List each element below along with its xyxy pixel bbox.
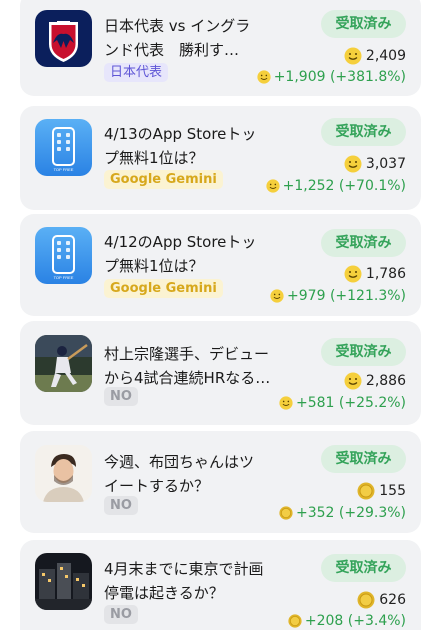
card-title: 村上宗隆選手、デビュー から4試合連続HRなる… [104,345,271,387]
smile-coin-icon [344,155,362,173]
smile-coin-icon [344,372,362,390]
payout-value: +352 (+29.3%) [295,505,406,521]
bet-value: 2,886 [365,373,406,389]
payout-value: +1,252 (+70.1%) [282,178,406,194]
bet-value: 155 [379,483,406,499]
night-city-photo [35,553,92,610]
man-portrait-photo [35,445,92,502]
card-title: 日本代表 vs イングラ ンド代表 勝利す… [104,17,251,59]
bet-amount: 3,037 [344,155,406,173]
tag-label: NO [104,605,138,624]
baseball-player-photo [35,335,92,392]
bet-value: 626 [379,592,406,608]
tag-label: Google Gemini [104,170,223,189]
bet-amount: 155 [357,482,406,500]
prediction-card[interactable]: 日本代表 vs イングラ ンド代表 勝利す… 日本代表 受取済み 2,409 +… [20,0,421,96]
bet-value: 1,786 [365,266,406,282]
payout-value: +208 (+3.4%) [304,613,406,629]
app-icon-caption: TOP FREE [54,167,74,172]
app-store-phone-icon: TOP FREE [35,227,92,284]
bet-amount: 2,886 [344,372,406,390]
bet-amount: 2,409 [344,47,406,65]
payout: +1,252 (+70.1%) [265,178,406,194]
gold-coin-icon [288,614,302,628]
status-badge: 受取済み [321,554,406,582]
status-badge: 受取済み [321,10,406,38]
tag-label: Google Gemini [104,279,223,298]
payout: +1,909 (+381.8%) [257,69,406,85]
status-badge: 受取済み [321,338,406,366]
payout: +208 (+3.4%) [288,613,406,629]
bet-value: 3,037 [365,156,406,172]
gold-coin-icon [357,482,375,500]
smile-coin-icon [344,265,362,283]
status-badge: 受取済み [321,445,406,473]
prediction-card[interactable]: 今週、布団ちゃんはツ イートするか？ NO 受取済み 155 +352 (+29… [20,431,421,533]
prediction-card[interactable]: 村上宗隆選手、デビュー から4試合連続HRなる… NO 受取済み 2,886 +… [20,321,421,425]
payout: +581 (+25.2%) [279,395,406,411]
card-title: 4/13のApp Storeトッ プ無料1位は？ [104,125,257,167]
smile-coin-icon [257,70,271,84]
bet-amount: 626 [357,591,406,609]
prediction-card[interactable]: TOP FREE 4/12のApp Storeトッ プ無料1位は？ Google… [20,214,421,316]
payout: +979 (+121.3%) [270,288,406,304]
japan-national-team-icon [35,10,92,67]
tag-label: 日本代表 [104,63,169,82]
prediction-card[interactable]: TOP FREE 4/13のApp Storeトッ プ無料1位は？ Google… [20,106,421,210]
gold-coin-icon [279,506,293,520]
bet-value: 2,409 [365,48,406,64]
payout-value: +581 (+25.2%) [295,395,406,411]
bet-amount: 1,786 [344,265,406,283]
smile-coin-icon [270,289,284,303]
prediction-card[interactable]: 4月末までに東京で計画 停電は起きるか？ NO 受取済み 626 +208 (+… [20,540,421,630]
card-title: 4/12のApp Storeトッ プ無料1位は？ [104,233,257,275]
status-badge: 受取済み [321,118,406,146]
payout-value: +979 (+121.3%) [287,288,406,304]
gold-coin-icon [357,591,375,609]
status-badge: 受取済み [321,229,406,257]
smile-coin-icon [265,179,280,193]
tag-label: NO [104,387,138,406]
card-title: 4月末までに東京で計画 停電は起きるか？ [104,560,264,602]
app-icon-caption: TOP FREE [54,275,74,280]
payout: +352 (+29.3%) [279,505,406,521]
tag-label: NO [104,496,138,515]
app-store-phone-icon: TOP FREE [35,119,92,176]
card-title: 今週、布団ちゃんはツ イートするか？ [104,453,255,495]
payout-value: +1,909 (+381.8%) [273,69,406,85]
smile-coin-icon [344,47,362,65]
smile-coin-icon [279,396,293,410]
